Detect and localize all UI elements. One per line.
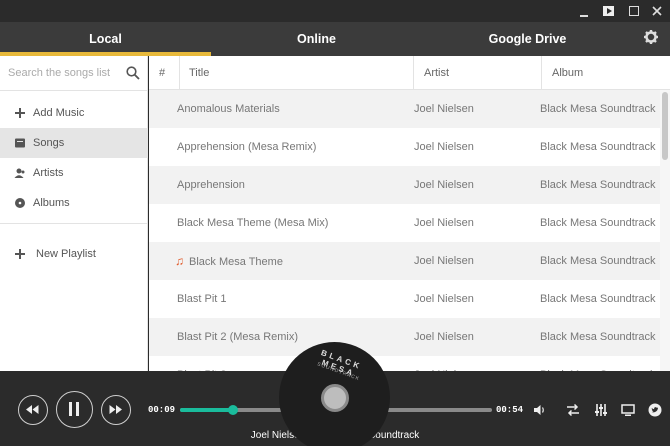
song-album: Black Mesa Soundtrack — [540, 331, 656, 343]
search-bar — [0, 56, 148, 91]
sidebar-item-label: Artists — [33, 167, 64, 179]
pause-icon — [69, 402, 79, 416]
close-button[interactable] — [649, 3, 665, 19]
song-album: Black Mesa Soundtrack — [540, 179, 656, 191]
table-row[interactable]: Apprehension (Mesa Remix) Joel Nielsen B… — [149, 128, 661, 166]
table-row[interactable]: Blast Pit 2 (Mesa Remix) Joel Nielsen Bl… — [149, 318, 661, 356]
song-artist: Joel Nielsen — [414, 356, 474, 371]
table-row[interactable]: Apprehension Joel Nielsen Black Mesa Sou… — [149, 166, 661, 204]
source-tabs: Local Online Google Drive — [0, 22, 670, 56]
table-row[interactable]: Blast Pit 1 Joel Nielsen Black Mesa Soun… — [149, 280, 661, 318]
scrollbar-thumb[interactable] — [662, 92, 668, 160]
mini-player-button[interactable] — [601, 3, 617, 19]
song-artist: Joel Nielsen — [414, 331, 474, 343]
song-artist: Joel Nielsen — [414, 293, 474, 305]
settings-button[interactable] — [643, 29, 659, 45]
twitter-icon[interactable] — [648, 403, 662, 417]
tab-google-drive[interactable]: Google Drive — [422, 22, 633, 56]
song-artist: Joel Nielsen — [414, 103, 474, 115]
sidebar-item-label: Albums — [33, 197, 70, 209]
song-album: Black Mesa Soundtrack — [540, 141, 656, 153]
song-title: Black Mesa Theme (Mesa Mix) — [177, 217, 329, 229]
sidebar-item-label: Add Music — [33, 107, 85, 119]
sidebar-item-label: Songs — [33, 137, 65, 149]
column-header-artist[interactable]: Artist — [424, 56, 449, 90]
song-album: Black Mesa Soundtrack — [540, 255, 656, 267]
sidebar-item-songs[interactable]: Songs — [0, 128, 148, 158]
song-title: Blast Pit 2 (Mesa Remix) — [177, 331, 299, 343]
column-header-album[interactable]: Album — [552, 56, 583, 90]
songs-icon — [15, 138, 25, 148]
next-button[interactable] — [101, 395, 131, 425]
new-playlist-button[interactable]: New Playlist — [0, 239, 148, 269]
rewind-icon — [26, 405, 39, 414]
songs-table: # Title Artist Album Anomalous Materials… — [149, 56, 670, 371]
cast-icon[interactable] — [621, 403, 635, 417]
minimize-icon — [580, 15, 588, 17]
plus-icon — [15, 249, 25, 259]
total-time: 00:54 — [496, 405, 524, 415]
title-bar — [0, 0, 670, 22]
table-scrollbar[interactable] — [660, 90, 670, 371]
song-title: Apprehension (Mesa Remix) — [177, 141, 317, 153]
minimize-button[interactable] — [576, 3, 592, 19]
close-icon — [652, 6, 662, 16]
table-row-now-playing[interactable]: ♫ Black Mesa Theme Joel Nielsen Black Mes… — [149, 242, 661, 280]
song-album: Black Mesa Soundtrack — [540, 356, 656, 371]
gear-icon — [644, 30, 658, 44]
tab-online[interactable]: Online — [211, 22, 422, 56]
seek-handle[interactable] — [228, 405, 239, 415]
song-title: Blast Pit 1 — [177, 293, 227, 305]
equalizer-icon[interactable] — [594, 403, 608, 417]
tab-local[interactable]: Local — [0, 22, 211, 56]
previous-button[interactable] — [18, 395, 48, 425]
column-header-number[interactable]: # — [159, 56, 165, 90]
albums-icon — [15, 198, 25, 208]
song-title: Anomalous Materials — [177, 103, 280, 115]
song-album: Black Mesa Soundtrack — [540, 293, 656, 305]
song-album: Black Mesa Soundtrack — [540, 103, 656, 115]
volume-icon[interactable] — [533, 403, 547, 417]
maximize-button[interactable] — [626, 3, 642, 19]
sidebar-divider — [0, 223, 148, 224]
song-artist: Joel Nielsen — [414, 217, 474, 229]
sidebar-item-artists[interactable]: Artists — [0, 158, 148, 188]
sidebar: Add Music Songs Artists Albums New Playl… — [0, 56, 148, 371]
current-time: 00:09 — [148, 405, 176, 415]
column-header-title[interactable]: Title — [189, 56, 209, 90]
song-title: Blast Pit 2 — [177, 356, 227, 371]
new-playlist-label: New Playlist — [36, 248, 96, 260]
table-row[interactable]: Anomalous Materials Joel Nielsen Black M… — [149, 90, 661, 128]
song-title: Apprehension — [177, 179, 245, 191]
sidebar-item-add-music[interactable]: Add Music — [0, 98, 148, 128]
maximize-icon — [629, 6, 639, 16]
table-header: # Title Artist Album — [149, 56, 670, 90]
pause-button[interactable] — [56, 391, 93, 428]
artists-icon — [14, 168, 25, 178]
song-artist: Joel Nielsen — [414, 255, 474, 267]
search-icon[interactable] — [126, 66, 140, 80]
shuffle-icon[interactable] — [566, 403, 580, 417]
song-artist: Joel Nielsen — [414, 179, 474, 191]
fast-forward-icon — [109, 405, 122, 414]
album-art-center — [321, 384, 349, 412]
plus-icon — [15, 108, 25, 118]
table-row[interactable]: Black Mesa Theme (Mesa Mix) Joel Nielsen… — [149, 204, 661, 242]
table-row[interactable]: Blast Pit 2 Joel Nielsen Black Mesa Soun… — [149, 356, 661, 371]
seek-progress — [180, 408, 234, 412]
sidebar-item-albums[interactable]: Albums — [0, 188, 148, 218]
song-artist: Joel Nielsen — [414, 141, 474, 153]
music-note-icon: ♫ — [175, 254, 184, 268]
song-title: Black Mesa Theme — [189, 256, 283, 268]
song-album: Black Mesa Soundtrack — [540, 217, 656, 229]
search-input[interactable] — [8, 62, 118, 84]
